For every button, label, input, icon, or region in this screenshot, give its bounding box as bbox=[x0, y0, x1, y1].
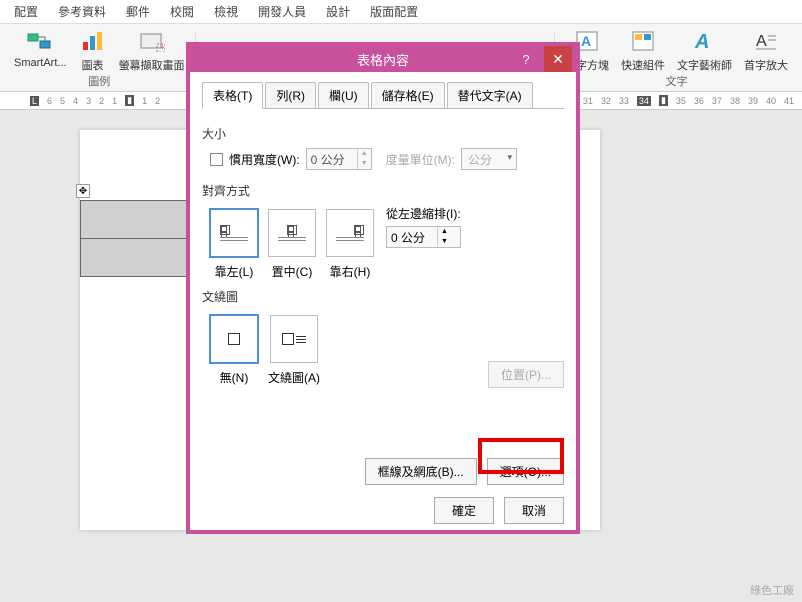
spin-down-icon: ▼ bbox=[358, 159, 371, 169]
spin-down-icon[interactable]: ▼ bbox=[438, 237, 451, 247]
indent-input[interactable]: ▲▼ bbox=[386, 226, 461, 248]
tab-table[interactable]: 表格(T) bbox=[202, 82, 263, 109]
tab-alt-text[interactable]: 替代文字(A) bbox=[447, 82, 533, 108]
dialog-tabs: 表格(T) 列(R) 欄(U) 儲存格(E) 替代文字(A) bbox=[202, 82, 564, 109]
svg-text:+: + bbox=[160, 43, 165, 52]
position-button: 位置(P)... bbox=[488, 361, 564, 388]
unit-select: 公分 bbox=[461, 148, 517, 170]
group-illustrations: 圖例 bbox=[88, 73, 110, 89]
chart-icon bbox=[79, 27, 107, 55]
align-center-option[interactable]: 置中(C) bbox=[268, 209, 316, 280]
spin-up-icon: ▲ bbox=[358, 149, 371, 159]
preferred-width-label: 慣用寬度(W): bbox=[229, 151, 300, 168]
tab-developer[interactable]: 開發人員 bbox=[248, 0, 316, 24]
group-text: 文字 bbox=[666, 73, 688, 89]
align-right-option[interactable]: 靠右(H) bbox=[326, 209, 374, 280]
cancel-button[interactable]: 取消 bbox=[504, 497, 564, 524]
ribbon-tabs: 配置 參考資料 郵件 校閱 檢視 開發人員 設計 版面配置 bbox=[0, 0, 802, 24]
align-left-option[interactable]: 靠左(L) bbox=[210, 209, 258, 280]
quickparts-icon bbox=[629, 27, 657, 55]
svg-text:A: A bbox=[581, 33, 591, 49]
chart-button[interactable]: 圖表 bbox=[79, 27, 107, 73]
wrap-around-option[interactable]: 文繞圖(A) bbox=[268, 315, 320, 386]
dialog-titlebar[interactable]: 表格內容 ? ✕ bbox=[190, 46, 576, 72]
wrap-none-option[interactable]: 無(N) bbox=[210, 315, 258, 386]
ok-button[interactable]: 確定 bbox=[434, 497, 494, 524]
screenshot-button[interactable]: +螢幕擷取畫面 bbox=[119, 27, 185, 73]
table-properties-dialog: 表格內容 ? ✕ 表格(T) 列(R) 欄(U) 儲存格(E) 替代文字(A) … bbox=[186, 42, 580, 534]
spin-up-icon[interactable]: ▲ bbox=[438, 227, 451, 237]
smartart-icon bbox=[26, 27, 54, 55]
tab-layout[interactable]: 版面配置 bbox=[360, 0, 428, 24]
wordart-button[interactable]: A文字藝術師 bbox=[677, 27, 732, 73]
tab-cell[interactable]: 儲存格(E) bbox=[371, 82, 445, 108]
tab-column[interactable]: 欄(U) bbox=[318, 82, 369, 108]
unit-label: 度量單位(M): bbox=[386, 151, 455, 168]
tab-design[interactable]: 設計 bbox=[316, 0, 360, 24]
dialog-help-button[interactable]: ? bbox=[512, 46, 540, 72]
watermark: 綠色工廠 bbox=[750, 582, 794, 598]
tab-layout-page[interactable]: 配置 bbox=[4, 0, 48, 24]
table-move-handle[interactable]: ✥ bbox=[76, 184, 90, 198]
dropcap-icon: A bbox=[752, 27, 780, 55]
size-label: 大小 bbox=[202, 125, 564, 142]
preferred-width-checkbox[interactable] bbox=[210, 153, 223, 166]
tab-mailings[interactable]: 郵件 bbox=[116, 0, 160, 24]
svg-text:A: A bbox=[694, 31, 709, 52]
dropcap-button[interactable]: A首字放大 bbox=[744, 27, 788, 73]
tab-view[interactable]: 檢視 bbox=[204, 0, 248, 24]
wrap-label: 文繞圖 bbox=[202, 288, 564, 305]
dialog-title: 表格內容 bbox=[357, 50, 409, 69]
alignment-label: 對齊方式 bbox=[202, 182, 564, 199]
tab-references[interactable]: 參考資料 bbox=[48, 0, 116, 24]
indent-label: 從左邊縮排(I): bbox=[386, 205, 461, 222]
quickparts-button[interactable]: 快速組件 bbox=[621, 27, 665, 73]
tab-review[interactable]: 校閱 bbox=[160, 0, 204, 24]
borders-shading-button[interactable]: 框線及網底(B)... bbox=[365, 458, 477, 485]
preferred-width-input: ▲▼ bbox=[306, 148, 372, 170]
screenshot-icon: + bbox=[138, 27, 166, 55]
options-button[interactable]: 選項(O)... bbox=[487, 458, 564, 485]
tab-row[interactable]: 列(R) bbox=[265, 82, 316, 108]
svg-text:A: A bbox=[756, 33, 767, 50]
dialog-close-button[interactable]: ✕ bbox=[544, 46, 572, 72]
smartart-button[interactable]: SmartArt... bbox=[14, 27, 67, 73]
wordart-icon: A bbox=[691, 27, 719, 55]
